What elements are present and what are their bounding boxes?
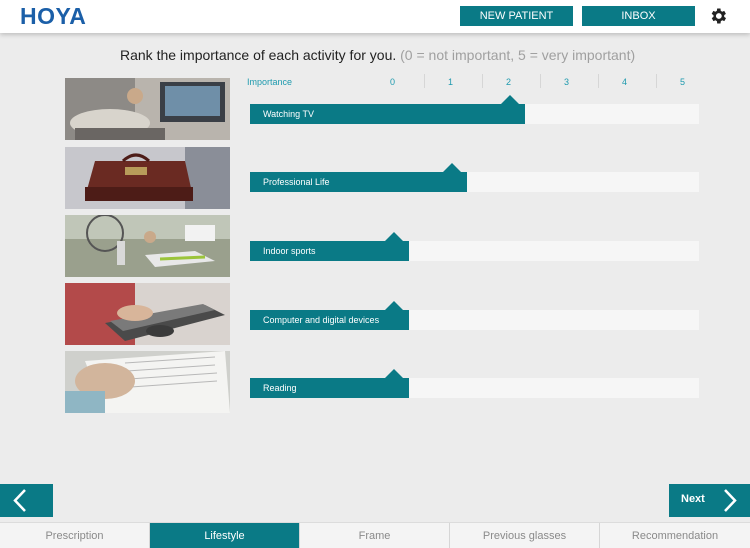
tab-lifestyle[interactable]: Lifestyle [150, 523, 300, 548]
tab-previous-glasses[interactable]: Previous glasses [450, 523, 600, 548]
scale-divider [482, 74, 483, 88]
laptop-photo [65, 283, 230, 345]
new-patient-button[interactable]: NEW PATIENT [460, 6, 573, 26]
scale-divider [656, 74, 657, 88]
tab-recommendation[interactable]: Recommendation [600, 523, 750, 548]
scale-divider [598, 74, 599, 88]
slider-handle[interactable] [385, 232, 403, 241]
activity-label: Reading [263, 383, 297, 393]
activity-label: Computer and digital devices [263, 315, 380, 325]
slider-handle[interactable] [385, 369, 403, 378]
scale-tick-5: 5 [680, 77, 686, 87]
tab-frame[interactable]: Frame [300, 523, 450, 548]
chevron-right-icon [724, 489, 737, 512]
slider-handle[interactable] [443, 163, 461, 172]
question-text: Rank the importance of each activity for… [120, 47, 635, 63]
scale-tick-2: 2 [506, 77, 512, 87]
reading-photo [65, 351, 230, 413]
inbox-button[interactable]: INBOX [582, 6, 695, 26]
step-tabs: Prescription Lifestyle Frame Previous gl… [0, 522, 750, 548]
scale-title: Importance [247, 77, 293, 87]
hoya-logo: HOYA [20, 3, 87, 29]
tab-prescription[interactable]: Prescription [0, 523, 150, 548]
sport-shoes-photo [65, 215, 230, 277]
scale-divider [424, 74, 425, 88]
activity-label: Watching TV [263, 109, 315, 119]
activity-label: Professional Life [263, 177, 330, 187]
gear-icon[interactable] [707, 6, 729, 26]
scale-tick-1: 1 [448, 77, 454, 87]
app-header: HOYA NEW PATIENT INBOX [0, 0, 750, 33]
briefcase-photo [65, 147, 230, 209]
next-label: Next [681, 493, 705, 505]
slider-handle[interactable] [385, 301, 403, 310]
watching-tv-photo [65, 78, 230, 140]
question-hint: (0 = not important, 5 = very important) [400, 47, 636, 63]
scale-divider [540, 74, 541, 88]
activity-label: Indoor sports [263, 246, 316, 256]
scale-tick-3: 3 [564, 77, 570, 87]
next-button[interactable]: Next [669, 484, 750, 517]
scale-tick-4: 4 [622, 77, 628, 87]
chevron-left-icon [13, 489, 26, 512]
scale-tick-0: 0 [390, 77, 396, 87]
previous-button[interactable] [0, 484, 53, 517]
slider-handle[interactable] [501, 95, 519, 104]
question-main: Rank the importance of each activity for… [120, 47, 397, 63]
